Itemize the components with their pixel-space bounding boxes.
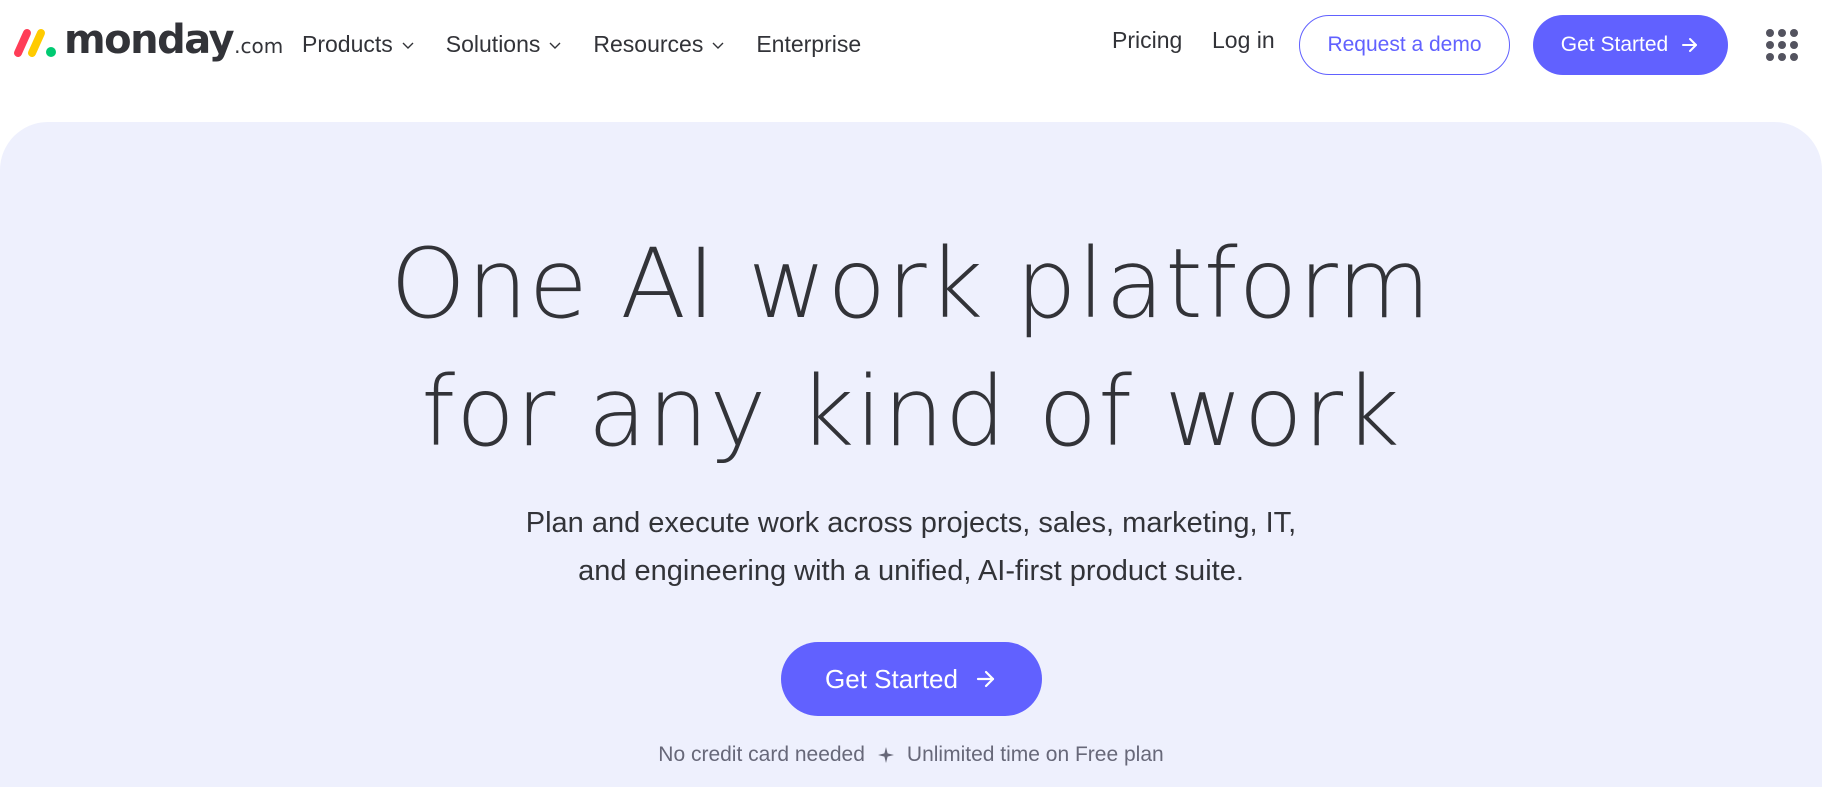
login-link[interactable]: Log in (1212, 27, 1275, 54)
chevron-down-icon (402, 42, 414, 49)
hero-subtitle-line-1: Plan and execute work across projects, s… (525, 507, 1297, 539)
nav-solutions-label: Solutions (445, 30, 541, 57)
get-started-hero-label: Get Started (825, 663, 958, 694)
nav-enterprise-label: Enterprise (756, 30, 862, 57)
arrow-right-icon (1682, 38, 1698, 52)
nav-products-label: Products (302, 30, 393, 57)
grid-dots-icon[interactable] (1766, 29, 1798, 61)
main-nav: Products Solutions Resources Enterprise (302, 27, 892, 61)
arrow-right-icon (976, 670, 995, 688)
hero-section: One AI work platform for any kind of wor… (0, 122, 1822, 787)
nav-resources-label: Resources (593, 30, 704, 57)
get-started-header-label: Get Started (1560, 33, 1669, 56)
chevron-down-icon (549, 42, 561, 49)
hero-note: No credit card needed Unlimited time on … (0, 743, 1822, 767)
chevron-down-icon (712, 42, 724, 49)
monday-logo[interactable]: monday .com (12, 18, 283, 62)
hero-title-line-2: for any kind of work (421, 356, 1401, 468)
nav-enterprise[interactable]: Enterprise (756, 27, 861, 61)
hero-subtitle-line-2: and engineering with a unified, AI-first… (578, 555, 1244, 587)
monday-logo-icon (14, 29, 56, 57)
nav-products[interactable]: Products (302, 27, 415, 61)
no-credit-card-text: No credit card needed (658, 743, 865, 766)
logo-tld: .com (234, 34, 284, 58)
hero-title: One AI work platform for any kind of wor… (0, 220, 1822, 476)
nav-resources[interactable]: Resources (593, 27, 725, 61)
pricing-link[interactable]: Pricing (1112, 27, 1182, 54)
free-plan-text: Unlimited time on Free plan (906, 743, 1164, 766)
logo-wordmark: monday (64, 17, 235, 63)
site-header: monday .com Products Solutions Resources… (0, 0, 1822, 90)
hero-title-line-1: One AI work platform (390, 228, 1432, 340)
request-demo-button[interactable]: Request a demo (1299, 15, 1510, 75)
nav-solutions[interactable]: Solutions (446, 27, 563, 61)
sparkle-icon (877, 747, 894, 763)
get-started-hero-button[interactable]: Get Started (781, 642, 1042, 716)
get-started-header-button[interactable]: Get Started (1533, 15, 1728, 75)
hero-subtitle: Plan and execute work across projects, s… (0, 499, 1822, 595)
